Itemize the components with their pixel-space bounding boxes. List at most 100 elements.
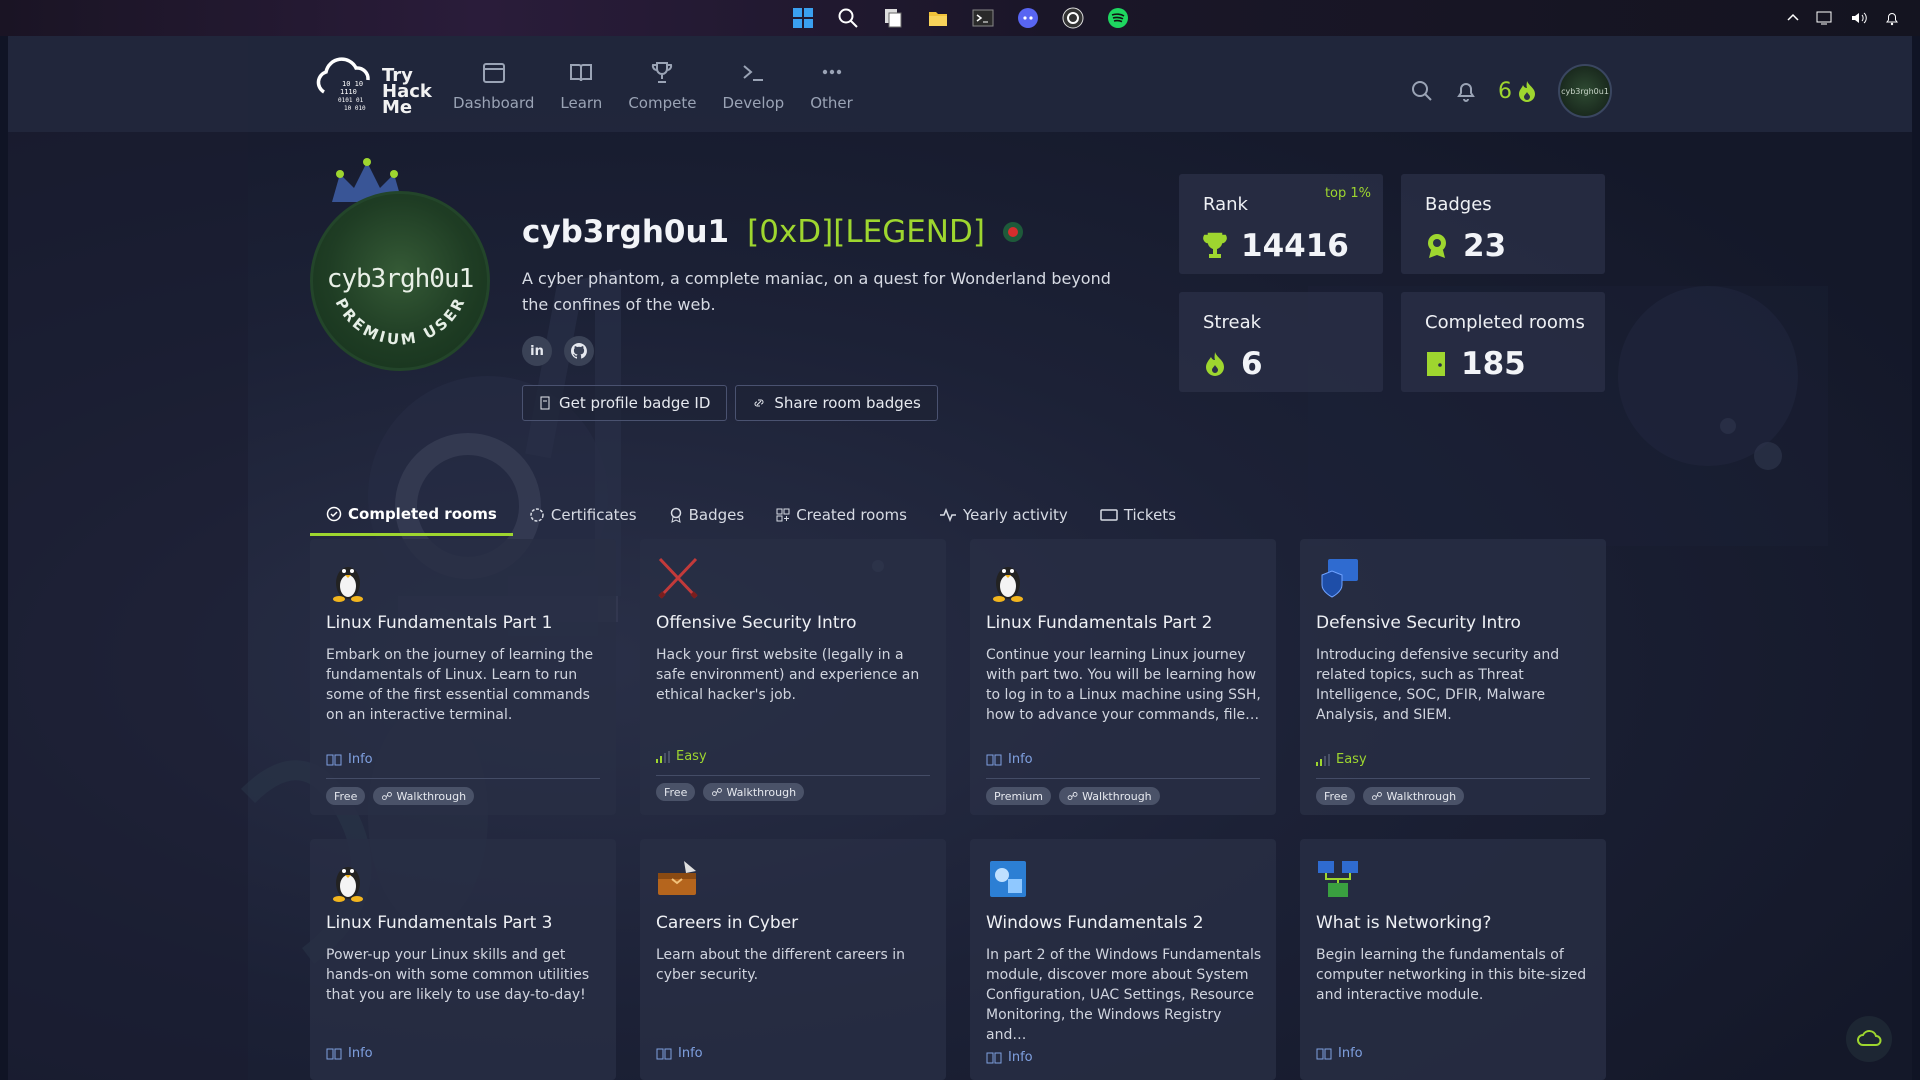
discord-icon[interactable] bbox=[1014, 5, 1041, 32]
display-icon[interactable] bbox=[1816, 10, 1834, 26]
tag-free: Free bbox=[326, 787, 366, 805]
book-icon bbox=[570, 64, 593, 82]
room-info-label: Info bbox=[1338, 1046, 1363, 1061]
tab-yearly-activity-label: Yearly activity bbox=[962, 506, 1068, 524]
room-card[interactable]: Linux Fundamentals Part 2 Continue your … bbox=[970, 539, 1276, 815]
search-icon[interactable] bbox=[834, 5, 861, 32]
nav-other[interactable]: Other bbox=[810, 60, 853, 112]
terminal-icon[interactable] bbox=[969, 5, 996, 32]
search-icon[interactable] bbox=[1410, 79, 1434, 103]
top-navbar: 10 10 1110 0101 01 10 010 Try Hack Me Da… bbox=[8, 36, 1912, 132]
obs-icon[interactable] bbox=[1059, 5, 1086, 32]
badge-icon bbox=[1428, 234, 1446, 258]
tab-badges[interactable]: Badges bbox=[653, 494, 761, 536]
room-difficulty-label: Easy bbox=[1336, 752, 1367, 767]
room-info[interactable]: Info bbox=[656, 1046, 703, 1061]
stat-rank-label: Rank bbox=[1203, 194, 1248, 215]
room-info[interactable]: Info bbox=[986, 752, 1033, 767]
stat-streak-value-row: 6 bbox=[1203, 346, 1263, 382]
tag-free: Free bbox=[1316, 787, 1356, 805]
room-difficulty: Easy bbox=[656, 749, 707, 764]
logo-wordmark[interactable]: Try Hack Me bbox=[382, 67, 432, 117]
share-room-badges-button[interactable]: Share room badges bbox=[735, 385, 938, 421]
username: cyb3rgh0u1 bbox=[522, 214, 730, 250]
room-title: Careers in Cyber bbox=[656, 913, 799, 933]
get-profile-badge-button[interactable]: Get profile badge ID bbox=[522, 385, 728, 421]
tab-certificates-label: Certificates bbox=[550, 506, 637, 524]
walkthrough-icon: ☍ bbox=[1066, 789, 1079, 803]
shield-monitor-icon bbox=[1321, 559, 1358, 598]
room-card[interactable]: Offensive Security Intro Hack your first… bbox=[640, 539, 946, 815]
room-card[interactable]: Defensive Security Intro Introducing def… bbox=[1300, 539, 1606, 815]
trophy-icon bbox=[652, 62, 673, 83]
social-links: in bbox=[522, 336, 594, 366]
room-tags: Free ☍ Walkthrough bbox=[326, 787, 475, 805]
task-view-icon[interactable] bbox=[879, 5, 906, 32]
svg-text:10 010: 10 010 bbox=[344, 105, 366, 112]
profile-actions: Get profile badge ID Share room badges bbox=[522, 385, 938, 421]
volume-icon[interactable] bbox=[1850, 10, 1868, 26]
tab-created-rooms[interactable]: Created rooms bbox=[760, 494, 923, 536]
stat-streak: Streak 6 bbox=[1179, 292, 1383, 392]
card-divider bbox=[986, 778, 1260, 779]
room-title: Windows Fundamentals 2 bbox=[986, 913, 1204, 933]
flame-icon bbox=[1519, 81, 1535, 102]
support-chat-button[interactable] bbox=[1846, 1016, 1892, 1062]
linux-penguin-icon bbox=[333, 567, 363, 602]
header-streak-value: 6 bbox=[1498, 78, 1512, 104]
windows-start-icon[interactable] bbox=[789, 5, 816, 32]
difficulty-bars-icon bbox=[656, 750, 670, 763]
svg-text:PREMIUM USER: PREMIUM USER bbox=[332, 293, 470, 349]
tab-tickets[interactable]: Tickets bbox=[1084, 494, 1192, 536]
tab-created-rooms-label: Created rooms bbox=[796, 506, 907, 524]
medal-icon bbox=[670, 507, 681, 523]
header-streak[interactable]: 6 bbox=[1498, 79, 1538, 104]
premium-user-ring: PREMIUM USER bbox=[332, 293, 470, 349]
tab-certificates[interactable]: Certificates bbox=[513, 494, 653, 536]
tab-completed-rooms[interactable]: Completed rooms bbox=[310, 494, 513, 536]
room-info[interactable]: Info bbox=[1316, 1046, 1363, 1061]
stat-completed-rooms-value-row: 185 bbox=[1425, 346, 1526, 382]
profile-tabs: Completed rooms Certificates Badges Crea… bbox=[310, 494, 1192, 536]
card-divider bbox=[656, 775, 930, 776]
book-icon bbox=[1316, 1048, 1332, 1059]
spotify-icon[interactable] bbox=[1104, 5, 1131, 32]
stat-badges-value-row: 23 bbox=[1425, 228, 1506, 264]
github-icon[interactable] bbox=[564, 336, 594, 366]
nav-develop-label: Develop bbox=[722, 94, 785, 112]
grid-icon bbox=[776, 508, 790, 522]
room-card[interactable]: Careers in Cyber Learn about the differe… bbox=[640, 839, 946, 1080]
walkthrough-icon: ☍ bbox=[381, 789, 393, 803]
notification-bell-icon[interactable] bbox=[1454, 79, 1478, 103]
room-info[interactable]: Info bbox=[326, 1046, 373, 1061]
room-card[interactable]: Linux Fundamentals Part 3 Power-up your … bbox=[310, 839, 616, 1080]
tab-yearly-activity[interactable]: Yearly activity bbox=[923, 494, 1084, 536]
certificate-icon bbox=[530, 508, 544, 522]
room-description: Begin learning the fundamentals of compu… bbox=[1316, 947, 1587, 1003]
dashboard-icon bbox=[482, 63, 505, 83]
tag-free: Free bbox=[656, 783, 696, 801]
user-avatar[interactable]: cyb3rgh0u1 bbox=[1558, 64, 1612, 118]
chevron-up-icon[interactable] bbox=[1786, 11, 1800, 25]
room-info[interactable]: Info bbox=[326, 752, 373, 767]
room-title: Linux Fundamentals Part 2 bbox=[986, 613, 1213, 633]
nav-develop[interactable]: Develop bbox=[722, 60, 784, 112]
terminal-prompt-icon bbox=[743, 65, 764, 81]
svg-text:0101 01: 0101 01 bbox=[338, 97, 364, 104]
room-card[interactable]: What is Networking? Begin learning the f… bbox=[1300, 839, 1606, 1080]
room-description: Introducing defensive security and relat… bbox=[1316, 647, 1560, 723]
nav-dashboard[interactable]: Dashboard bbox=[453, 60, 534, 112]
file-explorer-icon[interactable] bbox=[924, 5, 951, 32]
walkthrough-icon: ☍ bbox=[1371, 789, 1383, 803]
nav-compete[interactable]: Compete bbox=[628, 60, 696, 112]
linkedin-icon[interactable]: in bbox=[522, 336, 552, 366]
room-description: Continue your learning Linux journey wit… bbox=[986, 647, 1261, 723]
nav-learn[interactable]: Learn bbox=[560, 60, 602, 112]
bell-icon[interactable] bbox=[1884, 10, 1900, 26]
room-info[interactable]: Info bbox=[986, 1050, 1033, 1065]
door-icon bbox=[1427, 352, 1445, 376]
room-card[interactable]: Linux Fundamentals Part 1 Embark on the … bbox=[310, 539, 616, 815]
stat-badges-value: 23 bbox=[1463, 228, 1507, 264]
svg-text:1110: 1110 bbox=[340, 88, 357, 96]
room-card[interactable]: Windows Fundamentals 2 In part 2 of the … bbox=[970, 839, 1276, 1080]
